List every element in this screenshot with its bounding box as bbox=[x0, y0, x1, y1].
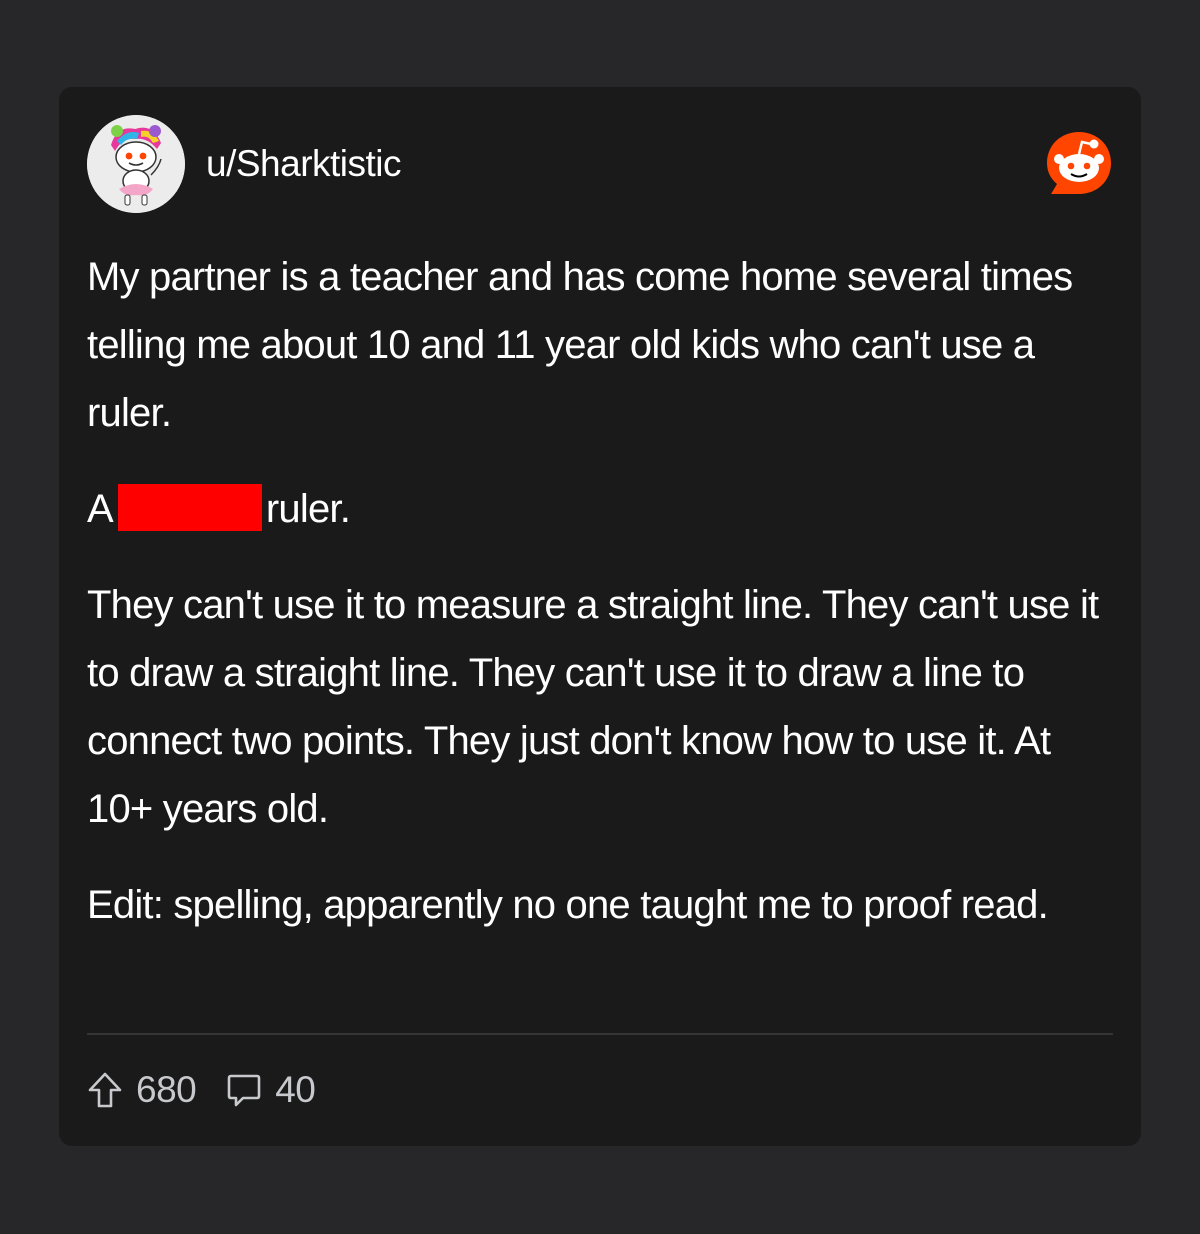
redaction-box bbox=[117, 484, 262, 531]
upvote-arrow-icon[interactable] bbox=[87, 1071, 123, 1109]
paragraph-2-start: A bbox=[87, 487, 114, 531]
paragraph-3: They can't use it to measure a straight … bbox=[87, 583, 1099, 831]
paragraph-4: Edit: spelling, apparently no one taught… bbox=[87, 883, 1049, 927]
reddit-logo-icon bbox=[1045, 130, 1113, 198]
post-header: u/Sharktistic bbox=[87, 115, 1113, 213]
user-avatar[interactable] bbox=[87, 115, 185, 213]
post-stats: 680 40 bbox=[87, 1067, 316, 1113]
username[interactable]: u/Sharktistic bbox=[206, 143, 402, 185]
paragraph-1: My partner is a teacher and has come hom… bbox=[87, 255, 1073, 435]
paragraph-2-end: ruler. bbox=[265, 487, 351, 531]
post-card: u/Sharktistic My partner is a teacher an… bbox=[59, 87, 1141, 1146]
upvote-count: 680 bbox=[136, 1069, 197, 1110]
comment-bubble-icon[interactable] bbox=[226, 1072, 262, 1108]
paragraph-2: Aruler. bbox=[87, 475, 1117, 543]
comment-count: 40 bbox=[275, 1069, 316, 1110]
post-body: My partner is a teacher and has come hom… bbox=[87, 243, 1117, 967]
snoo-avatar-icon bbox=[87, 115, 185, 213]
divider bbox=[87, 1033, 1113, 1035]
